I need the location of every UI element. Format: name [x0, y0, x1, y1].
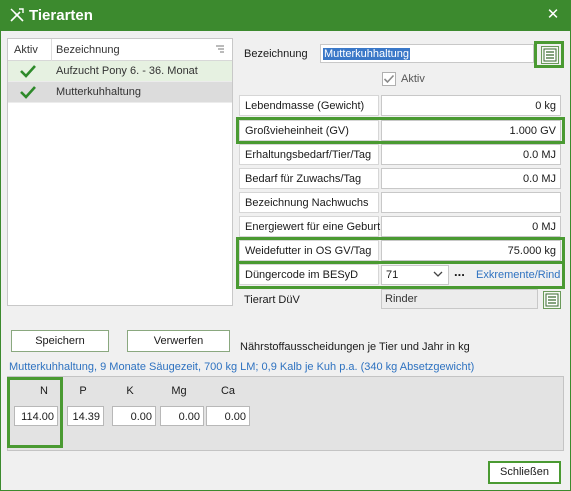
duenger-select[interactable]: 71 [381, 265, 449, 285]
column-header-bezeichnung[interactable]: Bezeichnung [56, 44, 120, 56]
energiewert-field[interactable]: 0 MJ [381, 216, 561, 237]
tools-icon [10, 8, 24, 22]
column-divider [51, 39, 52, 61]
duenger-label: Düngercode im BESyD [239, 264, 379, 285]
duenger-more-button[interactable]: ... [454, 264, 465, 279]
edit-list-icon[interactable] [541, 46, 559, 64]
aktiv-label: Aktiv [401, 73, 425, 85]
zuwachs-field[interactable]: 0.0 MJ [381, 168, 561, 189]
sort-icon[interactable] [216, 45, 224, 53]
title-bar: Tierarten ✕ [1, 1, 570, 31]
nutrient-value-n[interactable]: 114.00 [14, 406, 58, 426]
checkmark-icon [20, 86, 36, 99]
erhaltung-field[interactable]: 0.0 MJ [381, 144, 561, 165]
nachwuchs-field[interactable] [381, 192, 561, 213]
edit-list-icon[interactable] [543, 291, 561, 309]
nutrients-title: Nährstoffausscheidungen je Tier und Jahr… [240, 341, 470, 353]
nutrient-value-p[interactable]: 14.39 [67, 406, 104, 426]
nutrient-value-k[interactable]: 0.00 [112, 406, 156, 426]
tierart-field: Rinder [381, 289, 538, 309]
weidefutter-field[interactable]: 75.000 kg [381, 240, 561, 261]
checkmark-icon [20, 65, 36, 78]
lebendmasse-field[interactable]: 0 kg [381, 95, 561, 116]
nutrients-summary: Mutterkuhhaltung, 9 Monate Säugezeit, 70… [9, 361, 475, 373]
list-item-label: Mutterkuhhaltung [56, 86, 141, 98]
nutrient-label-p: P [79, 385, 87, 397]
gv-field[interactable]: 1.000 GV [381, 120, 561, 141]
list-item[interactable]: Aufzucht Pony 6. - 36. Monat [8, 61, 232, 82]
close-button[interactable]: Schließen [488, 461, 561, 484]
weidefutter-label: Weidefutter in OS GV/Tag [239, 240, 379, 261]
nutrient-label-mg: Mg [171, 385, 187, 397]
bezeichnung-input[interactable]: Mutterkuhhaltung [320, 44, 534, 63]
list-item-selected[interactable]: Mutterkuhhaltung [8, 82, 232, 103]
duenger-select-value: 71 [386, 269, 399, 281]
gv-label: Großvieheinheit (GV) [239, 120, 379, 141]
column-header-aktiv[interactable]: Aktiv [14, 44, 38, 56]
duenger-link[interactable]: Exkremente/Rind [476, 269, 560, 281]
list-item-label: Aufzucht Pony 6. - 36. Monat [56, 65, 198, 77]
zuwachs-label: Bedarf für Zuwachs/Tag [239, 168, 379, 189]
erhaltung-label: Erhaltungsbedarf/Tier/Tag [239, 144, 379, 165]
window-title: Tierarten [29, 7, 93, 24]
tierarten-list: Aktiv Bezeichnung Aufzucht Pony 6. - 36.… [7, 38, 233, 306]
close-icon[interactable]: ✕ [544, 6, 562, 24]
nutrients-panel: N P K Mg Ca 114.00 14.39 0.00 0.00 0.00 [7, 376, 564, 451]
nutrient-value-mg[interactable]: 0.00 [160, 406, 204, 426]
nachwuchs-label: Bezeichnung Nachwuchs [239, 192, 379, 213]
energiewert-label: Energiewert für eine Geburt [239, 216, 380, 237]
chevron-down-icon [433, 271, 443, 277]
nutrient-value-ca[interactable]: 0.00 [206, 406, 250, 426]
nutrient-label-k: K [126, 385, 134, 397]
checkmark-icon [383, 74, 395, 84]
nutrient-label-ca: Ca [220, 385, 236, 397]
tierarten-dialog: Tierarten ✕ Aktiv Bezeichnung Aufzucht P… [0, 0, 571, 491]
aktiv-checkbox[interactable] [382, 72, 396, 86]
list-header: Aktiv Bezeichnung [8, 39, 232, 61]
bezeichnung-value: Mutterkuhhaltung [323, 48, 410, 60]
tierart-label: Tierart DüV [244, 294, 300, 306]
save-button[interactable]: Speichern [11, 330, 109, 352]
discard-button[interactable]: Verwerfen [127, 330, 230, 352]
lebendmasse-label: Lebendmasse (Gewicht) [239, 95, 379, 116]
